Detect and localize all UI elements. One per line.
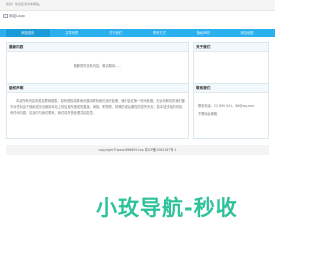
watermark-logo: 小玫导航-秒收 bbox=[96, 192, 238, 222]
nav-item-home[interactable]: 网站首页 bbox=[6, 29, 50, 37]
nav-item-articles[interactable]: 文章列表 bbox=[50, 29, 94, 37]
top-bar: 您好！欢迎您访问本网站。 bbox=[0, 0, 275, 11]
latest-content-title: 最新内容 bbox=[7, 43, 188, 52]
latest-content-empty: 抱歉暂时没有内容，敬请期待…… bbox=[73, 64, 122, 68]
watermark-text: 小玫导航-秒收 bbox=[96, 196, 238, 220]
nav-item-sitemap[interactable]: 网站地图 bbox=[225, 29, 269, 37]
welcome-text: 您好！欢迎您访问本网站。 bbox=[6, 2, 43, 6]
statement-text: 本站所有内容来源互联网搜集，如有侵权或其他问题请联系我们及时处理，我们会在第一时… bbox=[10, 99, 185, 115]
logo-image-icon bbox=[3, 14, 8, 18]
about-panel: 关于我们 bbox=[193, 42, 269, 84]
statement-panel: 版权声明 本站所有内容来源互联网搜集，如有侵权或其他问题请联系我们及时处理，我们… bbox=[6, 83, 189, 139]
contact-address: 不限地址邮箱 bbox=[198, 112, 218, 116]
contact-title: 联系我们 bbox=[194, 84, 268, 93]
main-nav: 网站首页 文章列表 关于我们 联系方式 隐私声明 网站地图 bbox=[0, 29, 275, 37]
contact-panel: 联系我们 联系电话：22 895 941，88@qq.com 不限地址邮箱 bbox=[193, 83, 269, 139]
about-title: 关于我们 bbox=[194, 43, 268, 52]
nav-item-contact[interactable]: 联系方式 bbox=[137, 29, 181, 37]
logo-text: 网站Logo bbox=[9, 13, 25, 18]
site-logo[interactable]: 网站Logo bbox=[3, 13, 25, 19]
statement-title: 版权声明 bbox=[7, 84, 188, 93]
latest-content-panel: 最新内容 抱歉暂时没有内容，敬请期待…… bbox=[6, 42, 189, 84]
nav-item-about[interactable]: 关于我们 bbox=[94, 29, 138, 37]
footer-copyright: copyright©www.666895.top 粤ICP备1564187号-1 bbox=[6, 145, 269, 155]
contact-tel: 联系电话：22 895 941，88@qq.com bbox=[198, 104, 255, 108]
nav-item-privacy[interactable]: 隐私声明 bbox=[181, 29, 225, 37]
